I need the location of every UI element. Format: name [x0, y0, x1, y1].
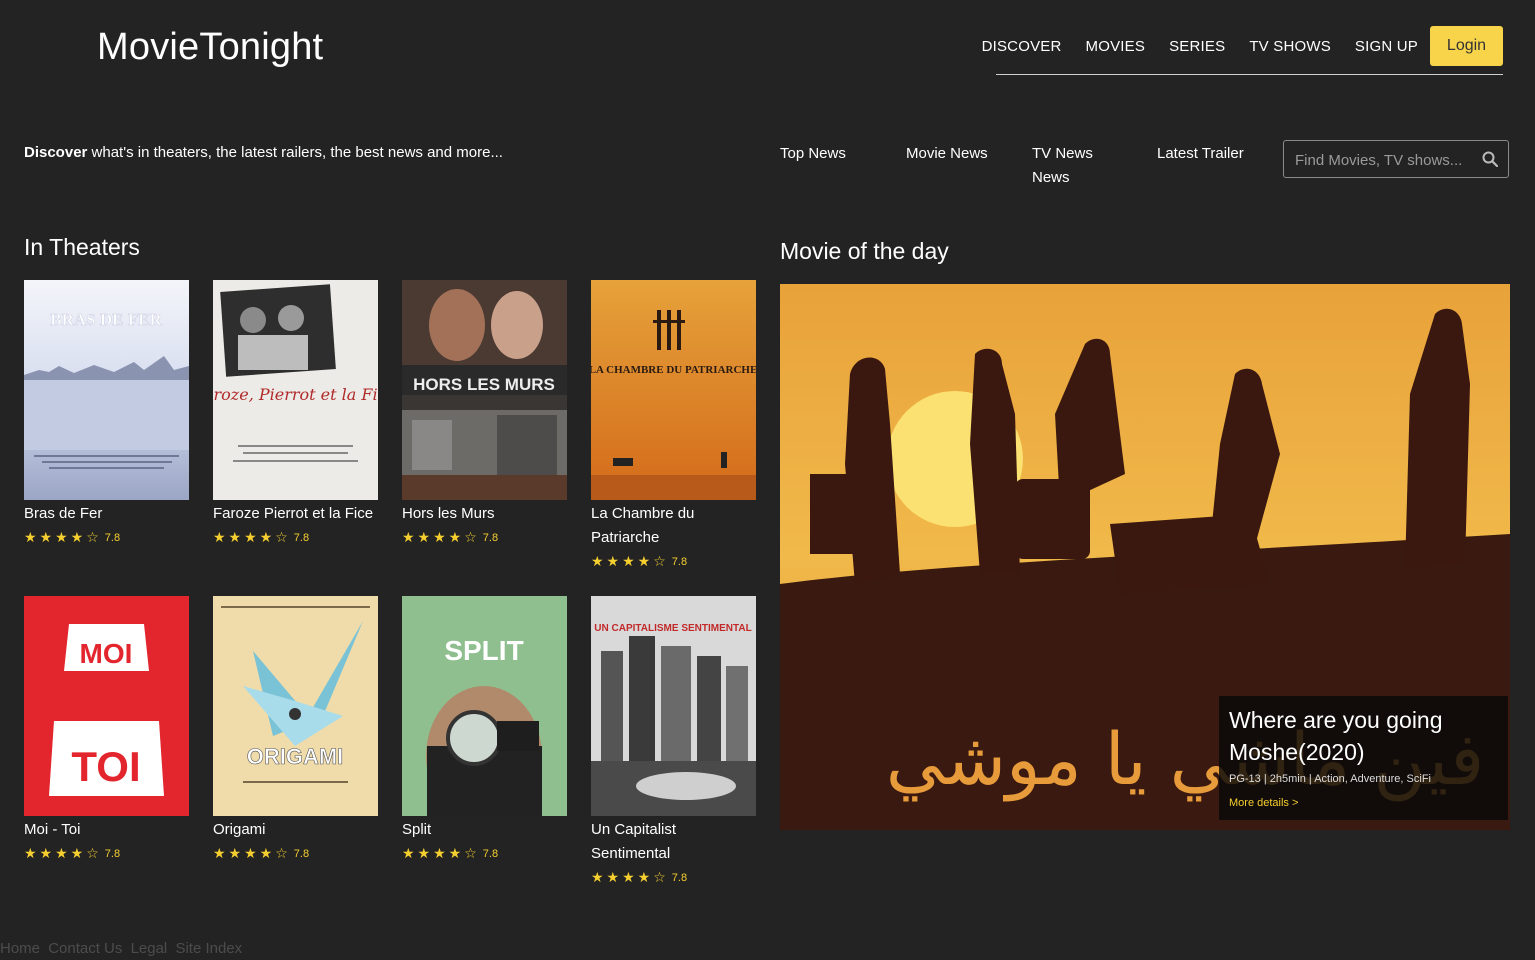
- poster-title-text: SPLIT: [444, 635, 523, 666]
- movie-rating: ★★★★☆ 7.8: [402, 844, 567, 864]
- movie-card[interactable]: MOI TOI Moi - Toi ★★★★☆ 7.8: [24, 596, 189, 864]
- movie-poster[interactable]: ORIGAMI: [213, 596, 378, 816]
- featured-caption: Where are you going Moshe(2020) PG-13 | …: [1219, 696, 1508, 820]
- poster-title-text: ORIGAMI: [247, 744, 344, 769]
- featured-meta: PG-13 | 2h5min | Action, Adventure, SciF…: [1229, 773, 1431, 785]
- movie-title[interactable]: Moi - Toi: [24, 818, 189, 842]
- discover-text: what's in theaters, the latest railers, …: [87, 144, 503, 161]
- star-rating-icon: ★★★★☆: [591, 554, 669, 570]
- movie-title[interactable]: Faroze Pierrot et la Fice: [213, 502, 378, 526]
- movie-title[interactable]: Bras de Fer: [24, 502, 189, 526]
- movie-card[interactable]: BRAS DE FER Bras de Fer ★★★★☆ 7.8: [24, 280, 189, 548]
- nav-movies[interactable]: MOVIES: [1086, 38, 1146, 55]
- poster-title-text: BRAS DE FER: [50, 310, 162, 329]
- footer-legal[interactable]: Legal: [131, 940, 168, 957]
- movie-poster[interactable]: UN CAPITALISME SENTIMENTAL: [591, 596, 756, 816]
- movie-poster[interactable]: Faroze, Pierrot et la Fice: [213, 280, 378, 500]
- footer-home[interactable]: Home: [0, 940, 40, 957]
- movie-card[interactable]: HORS LES MURS Hors les Murs ★★★★☆ 7.8: [402, 280, 567, 548]
- movie-title[interactable]: La Chambre du Patriarche: [591, 502, 756, 550]
- search-input[interactable]: [1284, 141, 1487, 179]
- top-navigation: DISCOVER MOVIES SERIES TV SHOWS SIGN UP …: [958, 26, 1503, 66]
- star-rating-icon: ★★★★☆: [591, 870, 669, 886]
- movie-rating: ★★★★☆ 7.8: [213, 528, 378, 548]
- movie-poster[interactable]: MOI TOI: [24, 596, 189, 816]
- subnav-latest-trailer[interactable]: Latest Trailer: [1157, 142, 1244, 166]
- nav-tv-shows[interactable]: TV SHOWS: [1249, 38, 1331, 55]
- poster-title-text: TOI: [71, 743, 140, 790]
- movie-rating: ★★★★☆ 7.8: [213, 844, 378, 864]
- nav-divider: [996, 74, 1503, 75]
- star-rating-icon: ★★★★☆: [402, 846, 480, 862]
- nav-sign-up[interactable]: SIGN UP: [1355, 38, 1418, 55]
- movie-rating: ★★★★☆ 7.8: [24, 528, 189, 548]
- subnav-movie-news[interactable]: Movie News: [906, 142, 988, 166]
- rating-value: 7.8: [482, 848, 499, 860]
- movie-title[interactable]: Split: [402, 818, 567, 842]
- rating-value: 7.8: [104, 848, 121, 860]
- subnav-top-news[interactable]: Top News: [780, 142, 846, 166]
- nav-series[interactable]: SERIES: [1169, 38, 1225, 55]
- movie-title[interactable]: Origami: [213, 818, 378, 842]
- movie-poster[interactable]: LA CHAMBRE DU PATRIARCHE: [591, 280, 756, 500]
- movie-poster[interactable]: SPLIT: [402, 596, 567, 816]
- movie-card[interactable]: Faroze, Pierrot et la Fice Faroze Pierro…: [213, 280, 378, 548]
- poster-title-text: HORS LES MURS: [413, 375, 555, 394]
- movie-poster[interactable]: HORS LES MURS: [402, 280, 567, 500]
- rating-value: 7.8: [671, 872, 688, 884]
- poster-title-text: UN CAPITALISME SENTIMENTAL: [594, 623, 751, 634]
- movie-rating: ★★★★☆ 7.8: [402, 528, 567, 548]
- footer-contact-us[interactable]: Contact Us: [48, 940, 122, 957]
- movie-title[interactable]: Hors les Murs: [402, 502, 567, 526]
- featured-title[interactable]: Where are you going Moshe(2020): [1229, 704, 1499, 768]
- search-box: [1283, 140, 1509, 179]
- movie-poster[interactable]: BRAS DE FER: [24, 280, 189, 500]
- search-icon[interactable]: [1482, 151, 1498, 167]
- rating-value: 7.8: [293, 532, 310, 544]
- movie-card[interactable]: LA CHAMBRE DU PATRIARCHE La Chambre du P…: [591, 280, 756, 572]
- poster-title-text: LA CHAMBRE DU PATRIARCHE: [591, 364, 756, 376]
- movie-title[interactable]: Un Capitalist Sentimental: [591, 818, 756, 866]
- star-rating-icon: ★★★★☆: [24, 846, 102, 862]
- movie-card[interactable]: UN CAPITALISME SENTIMENTAL Un Capitalist…: [591, 596, 756, 888]
- movie-rating: ★★★★☆ 7.8: [591, 868, 756, 888]
- rating-value: 7.8: [671, 556, 688, 568]
- discover-bold: Discover: [24, 144, 88, 161]
- rating-value: 7.8: [104, 532, 121, 544]
- discover-tagline: Discover what's in theaters, the latest …: [24, 144, 503, 161]
- star-rating-icon: ★★★★☆: [402, 530, 480, 546]
- movie-rating: ★★★★☆ 7.8: [591, 552, 756, 572]
- star-rating-icon: ★★★★☆: [24, 530, 102, 546]
- movie-rating: ★★★★☆ 7.8: [24, 844, 189, 864]
- poster-title-text: Faroze, Pierrot et la Fice: [213, 385, 378, 404]
- subnav-tv-news[interactable]: TV News News: [1032, 142, 1093, 190]
- more-details-link[interactable]: More details >: [1229, 797, 1298, 809]
- in-theaters-heading: In Theaters: [24, 234, 140, 260]
- login-button[interactable]: Login: [1430, 26, 1503, 66]
- poster-title-text: MOI: [80, 638, 133, 669]
- movie-card[interactable]: SPLIT Split ★★★★☆ 7.8: [402, 596, 567, 864]
- footer-site-index[interactable]: Site Index: [175, 940, 242, 957]
- site-logo[interactable]: MovieTonight: [97, 26, 323, 69]
- rating-value: 7.8: [293, 848, 310, 860]
- star-rating-icon: ★★★★☆: [213, 530, 291, 546]
- footer: Home Contact Us Legal Site Index: [0, 940, 246, 957]
- movie-card[interactable]: ORIGAMI Origami ★★★★☆ 7.8: [213, 596, 378, 864]
- movie-of-day-heading: Movie of the day: [780, 238, 949, 264]
- star-rating-icon: ★★★★☆: [213, 846, 291, 862]
- nav-discover[interactable]: DISCOVER: [982, 38, 1062, 55]
- rating-value: 7.8: [482, 532, 499, 544]
